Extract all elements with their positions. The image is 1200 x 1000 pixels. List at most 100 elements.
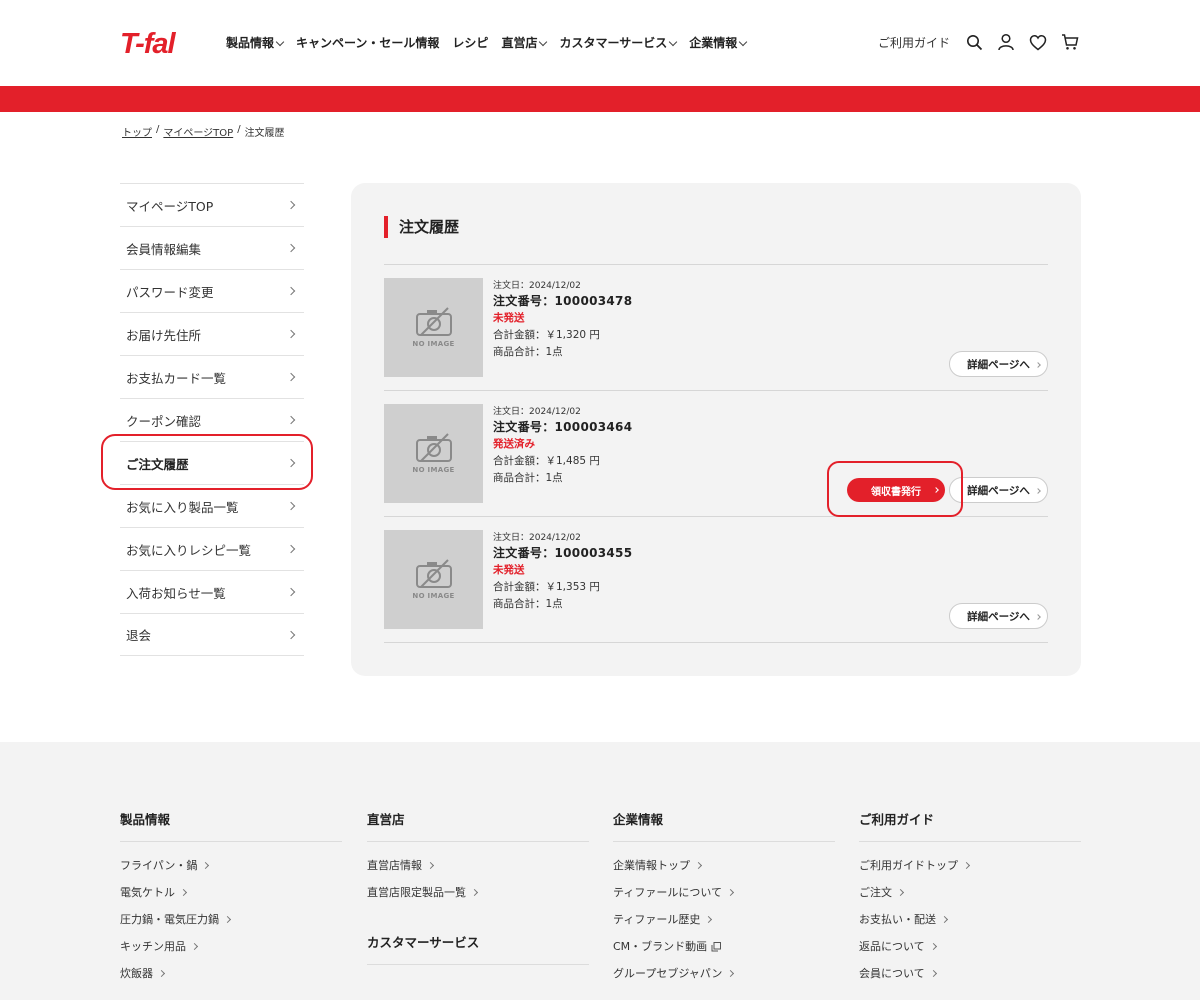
nav-recipe[interactable]: レシピ — [452, 34, 488, 51]
chevron-right-icon — [726, 888, 735, 897]
no-image-camera-icon — [415, 559, 452, 588]
detail-page-button[interactable]: 詳細ページへ — [949, 477, 1048, 503]
order-total: 合計金額：￥1,320 円 — [493, 329, 600, 341]
order-number: 注文番号：100003464 — [493, 420, 633, 434]
external-link-icon — [711, 941, 722, 951]
footer-link[interactable]: CM・ブランド動画 — [613, 933, 835, 960]
order-total: 合計金額：￥1,485 円 — [493, 455, 600, 467]
sidebar-item-order-history[interactable]: ご注文履歴 — [120, 441, 304, 484]
order-item: NO IMAGE 注文日：2024/12/02 注文番号：100003478 未… — [384, 265, 1048, 391]
chevron-right-icon — [286, 372, 296, 382]
chevron-right-icon — [190, 942, 199, 951]
chevron-right-icon — [223, 915, 232, 924]
sidebar-item-withdraw[interactable]: 退会 — [120, 613, 304, 656]
sidebar-item-password[interactable]: パスワード変更 — [120, 269, 304, 312]
product-thumbnail[interactable]: NO IMAGE — [384, 278, 483, 377]
detail-page-button[interactable]: 詳細ページへ — [949, 351, 1048, 377]
nav-campaign[interactable]: キャンペーン・セール情報 — [296, 34, 439, 51]
footer-link[interactable]: キッチン用品 — [120, 933, 342, 960]
sidebar-item-favorite-products[interactable]: お気に入り製品一覧 — [120, 484, 304, 527]
chevron-right-icon — [286, 415, 296, 425]
tfal-logo[interactable]: T-fal — [120, 28, 176, 61]
footer-col-company: 企業情報 企業情報トップ ティファールについて ティファール歴史 CM・ブランド… — [613, 809, 835, 987]
order-total: 合計金額：￥1,353 円 — [493, 581, 600, 593]
chevron-right-icon — [286, 329, 296, 339]
footer-link[interactable]: グループセブジャパン — [613, 960, 835, 987]
no-image-label: NO IMAGE — [412, 592, 455, 600]
order-number: 注文番号：100003478 — [493, 294, 633, 308]
order-item: NO IMAGE 注文日：2024/12/02 注文番号：100003464 発… — [384, 391, 1048, 517]
chevron-right-icon — [286, 544, 296, 554]
issue-receipt-button[interactable]: 領収書発行 — [847, 478, 945, 502]
footer-link[interactable]: 返品について — [859, 933, 1081, 960]
chevron-right-icon — [179, 888, 188, 897]
order-date: 注文日：2024/12/02 — [493, 407, 581, 417]
sidebar-item-favorite-recipes[interactable]: お気に入りレシピ一覧 — [120, 527, 304, 570]
footer-col-guide: ご利用ガイド ご利用ガイドトップ ご注文 お支払い・配送 返品について 会員につ… — [859, 809, 1081, 987]
no-image-camera-icon — [415, 433, 452, 462]
footer-link[interactable]: ご利用ガイドトップ — [859, 852, 1081, 879]
chevron-right-icon — [286, 587, 296, 597]
chevron-right-icon — [727, 969, 735, 978]
footer-link[interactable]: 会員について — [859, 960, 1081, 987]
footer-link[interactable]: フライパン・鍋 — [120, 852, 342, 879]
footer-link[interactable]: お支払い・配送 — [859, 906, 1081, 933]
sidebar-item-payment-cards[interactable]: お支払カード一覧 — [120, 355, 304, 398]
cart-icon[interactable] — [1060, 32, 1080, 52]
page-title: 注文履歴 — [384, 216, 459, 238]
chevron-right-icon — [286, 501, 296, 511]
order-status: 発送済み — [493, 438, 535, 450]
account-icon[interactable] — [996, 32, 1016, 52]
order-status: 未発送 — [493, 312, 525, 324]
footer-heading-stores: 直営店 — [367, 809, 589, 842]
order-item-count: 商品合計：1点 — [493, 346, 563, 358]
chevron-right-icon — [286, 243, 296, 253]
nav-customer-service[interactable]: カスタマーサービス — [559, 34, 678, 51]
footer-link[interactable]: 電気ケトル — [120, 879, 342, 906]
chevron-right-icon — [929, 942, 937, 951]
sidebar-item-mypage-top[interactable]: マイページTOP — [120, 183, 304, 226]
product-thumbnail[interactable]: NO IMAGE — [384, 404, 483, 503]
chevron-right-icon — [1035, 488, 1041, 494]
chevron-down-icon — [275, 37, 285, 46]
footer-heading-company: 企業情報 — [613, 809, 835, 842]
no-image-camera-icon — [415, 307, 452, 336]
search-icon[interactable] — [964, 32, 984, 52]
footer-link[interactable]: 直営店限定製品一覧 — [367, 879, 589, 906]
heart-icon[interactable] — [1028, 32, 1048, 52]
footer-heading-products: 製品情報 — [120, 809, 342, 842]
footer-link[interactable]: ご注文 — [859, 879, 1081, 906]
sidebar-item-coupons[interactable]: クーポン確認 — [120, 398, 304, 441]
sidebar-item-restock-notices[interactable]: 入荷お知らせ一覧 — [120, 570, 304, 613]
footer-link[interactable]: 企業情報トップ — [613, 852, 835, 879]
detail-page-button[interactable]: 詳細ページへ — [949, 603, 1048, 629]
order-item: NO IMAGE 注文日：2024/12/02 注文番号：100003455 未… — [384, 517, 1048, 643]
guide-link[interactable]: ご利用ガイド — [878, 34, 950, 51]
chevron-right-icon — [933, 487, 939, 493]
breadcrumb-home[interactable]: トップ — [122, 124, 152, 139]
nav-products[interactable]: 製品情報 — [226, 34, 285, 51]
product-thumbnail[interactable]: NO IMAGE — [384, 530, 483, 629]
breadcrumb-mypage[interactable]: マイページTOP — [163, 124, 233, 139]
nav-stores[interactable]: 直営店 — [501, 34, 548, 51]
sidebar-item-edit-profile[interactable]: 会員情報編集 — [120, 226, 304, 269]
global-nav: 製品情報 キャンペーン・セール情報 レシピ 直営店 カスタマーサービス 企業情報 — [226, 34, 748, 51]
chevron-down-icon — [539, 37, 548, 46]
footer-link[interactable]: ティファールについて — [613, 879, 835, 906]
footer-link[interactable]: ティファール歴史 — [613, 906, 835, 933]
order-info: 注文日：2024/12/02 注文番号：100003478 未発送 合計金額：￥… — [493, 280, 632, 361]
footer-col-stores: 直営店 直営店情報 直営店限定製品一覧 カスタマーサービス — [367, 809, 589, 975]
order-info: 注文日：2024/12/02 注文番号：100003455 未発送 合計金額：￥… — [493, 532, 632, 613]
footer-link[interactable]: 圧力鍋・電気圧力鍋 — [120, 906, 342, 933]
nav-company[interactable]: 企業情報 — [689, 34, 748, 51]
footer-link[interactable]: 炊飯器 — [120, 960, 342, 987]
order-number: 注文番号：100003455 — [493, 546, 633, 560]
chevron-right-icon — [1035, 362, 1041, 368]
chevron-down-icon — [668, 37, 678, 46]
chevron-right-icon — [202, 861, 210, 870]
no-image-label: NO IMAGE — [412, 466, 455, 474]
footer-heading-customer-service: カスタマーサービス — [367, 932, 589, 965]
sidebar-item-addresses[interactable]: お届け先住所 — [120, 312, 304, 355]
chevron-right-icon — [929, 969, 937, 978]
footer-link[interactable]: 直営店情報 — [367, 852, 589, 879]
